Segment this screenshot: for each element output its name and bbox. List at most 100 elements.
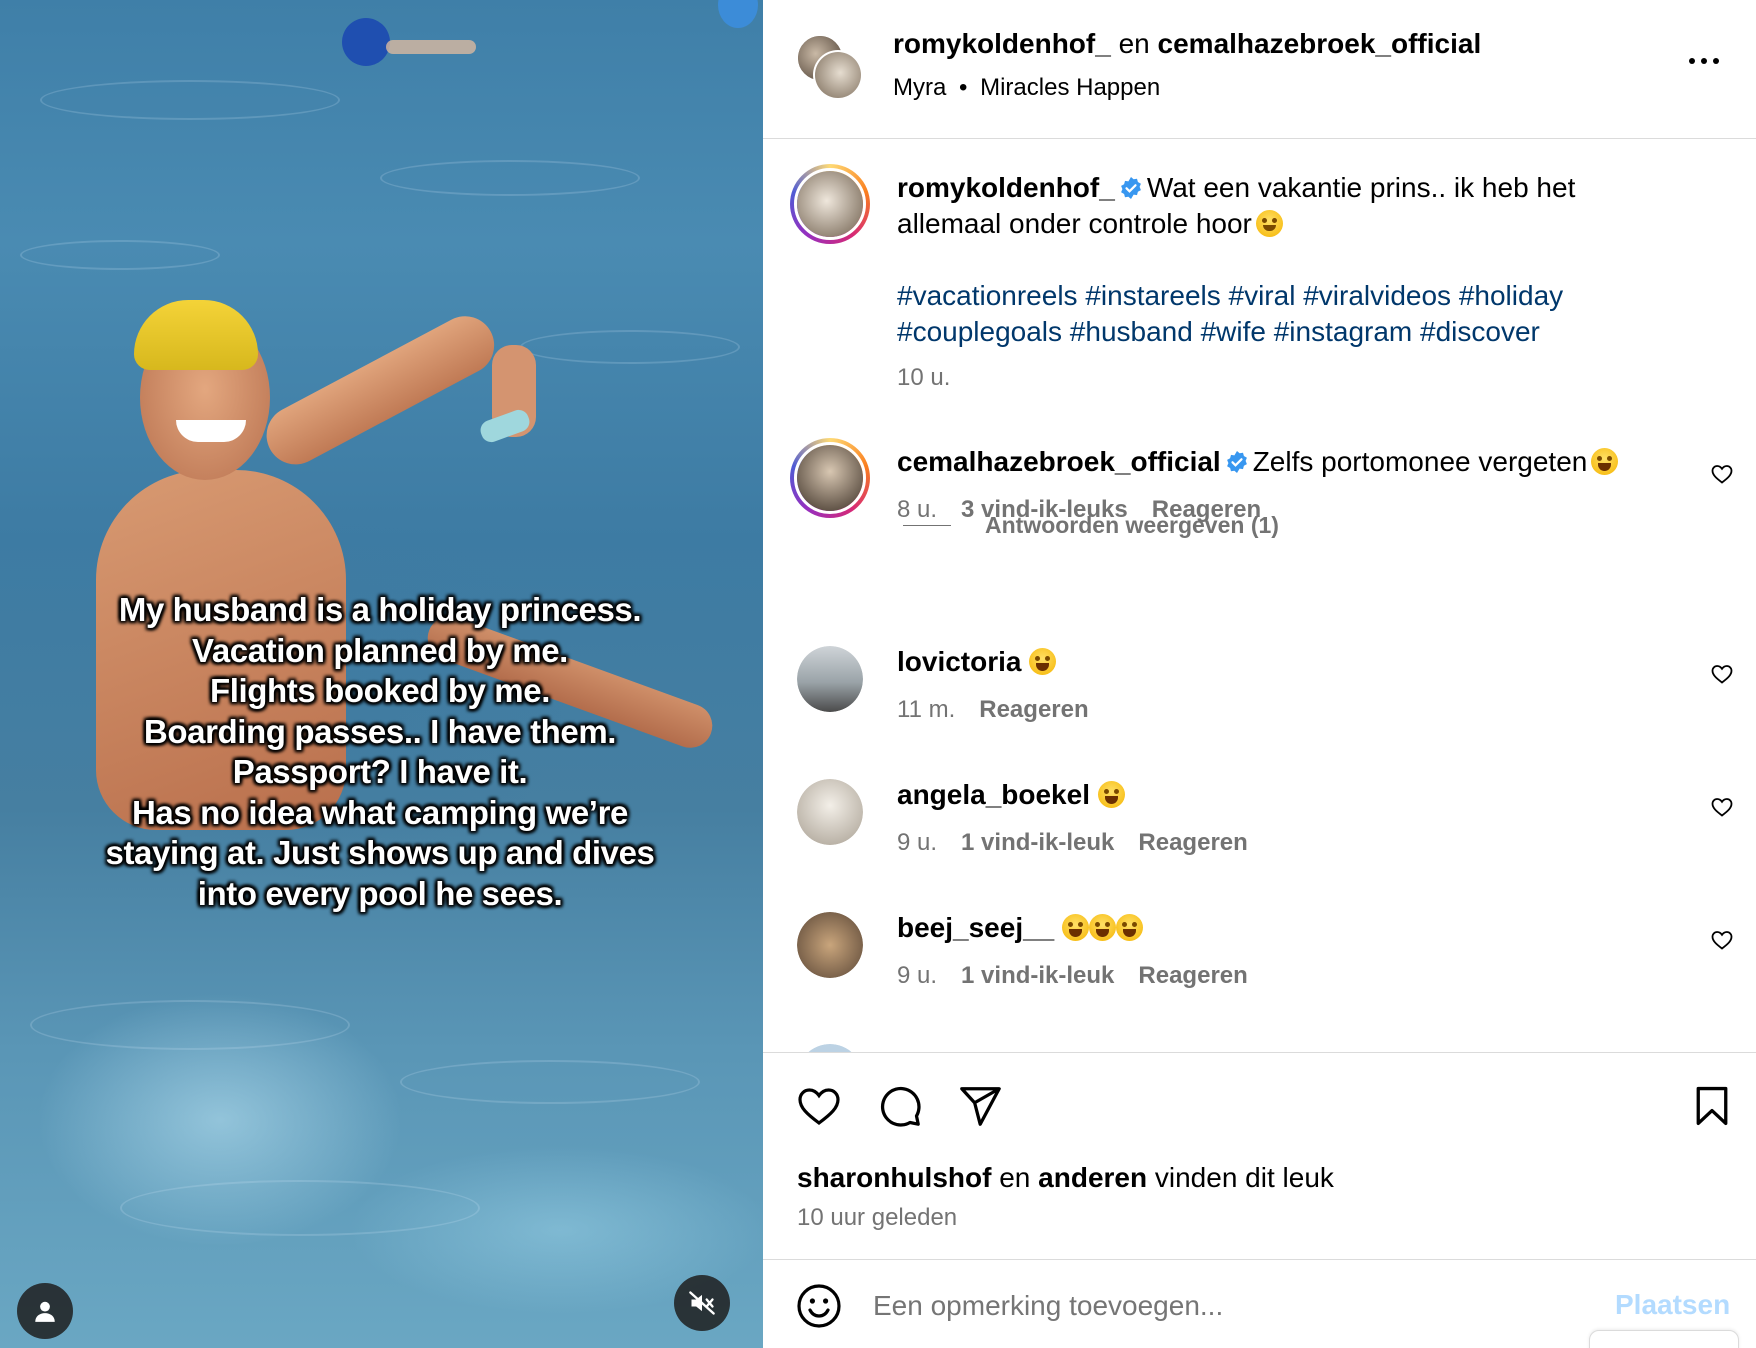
swimmer-cap [342, 18, 390, 66]
caption-avatar[interactable] [790, 164, 870, 244]
post-details-panel: romykoldenhof_ en cemalhazebroek_officia… [763, 0, 1756, 1348]
reel-video[interactable]: My husband is a holiday princess. Vacati… [0, 0, 763, 1348]
muted-speaker-icon [689, 1291, 715, 1315]
person-arm [256, 306, 505, 475]
post-header: romykoldenhof_ en cemalhazebroek_officia… [763, 0, 1756, 139]
laughing-face-icon [1591, 448, 1619, 475]
water-ripple [20, 240, 220, 270]
audio-artist: Myra [893, 74, 947, 101]
comment-input[interactable] [873, 1286, 1553, 1326]
water-ripple [40, 80, 340, 120]
comment-time: 11 m. [897, 696, 956, 723]
author-username[interactable]: cemalhazebroek_official [1158, 28, 1482, 59]
mute-button[interactable] [674, 1275, 730, 1331]
user-icon [35, 1301, 55, 1322]
swimmer-arm [386, 40, 476, 54]
post-authors: romykoldenhof_ en cemalhazebroek_officia… [893, 28, 1481, 60]
reply-button[interactable]: Reageren [1138, 962, 1247, 989]
liked-by-others[interactable]: anderen [1038, 1162, 1147, 1193]
overlay-line: Has no idea what camping we’re [132, 793, 628, 831]
comment-likes[interactable]: 1 vind-ik-leuk [961, 829, 1114, 856]
verified-badge-icon [1120, 177, 1141, 199]
bookmark-icon[interactable] [1690, 1083, 1734, 1129]
laughing-face-icon [1062, 914, 1090, 941]
emoji-picker-icon[interactable] [795, 1282, 843, 1330]
more-options-icon[interactable] [1688, 55, 1720, 67]
comment-username[interactable]: lovictoria [897, 646, 1021, 677]
laughing-face-icon [1097, 781, 1125, 808]
overlay-line: staying at. Just shows up and dives [105, 834, 655, 871]
comments-list[interactable]: romykoldenhof_ Wat een vakantie prins.. i… [763, 140, 1756, 1052]
laughing-face-icon [1089, 914, 1117, 941]
comment-username[interactable]: angela_boekel [897, 779, 1090, 810]
popover-tab [1589, 1330, 1739, 1348]
comment: beej_seej__ 9 u. 1 vind-ik-leuk Reageren [897, 912, 1248, 990]
water-ripple [400, 1060, 700, 1104]
laughing-face-icon [1116, 914, 1144, 941]
comment-text: Zelfs portomonee vergeten [1252, 446, 1588, 477]
overlay-line: Boarding passes.. I have them. [143, 712, 617, 750]
comment-like-heart-icon[interactable] [1710, 928, 1734, 952]
like-heart-icon[interactable] [795, 1082, 843, 1130]
caption-time: 10 u. [897, 364, 951, 391]
post-time: 10 uur geleden [797, 1204, 958, 1231]
video-caption-overlay: My husband is a holiday princess. Vacati… [40, 590, 720, 914]
reply-button[interactable]: Reageren [1138, 829, 1247, 856]
comment-avatar[interactable] [797, 1044, 863, 1052]
comment-like-heart-icon[interactable] [1710, 662, 1734, 686]
view-replies-label: Antwoorden weergeven (1) [985, 511, 1279, 538]
overlay-line: Passport? I have it. [232, 753, 528, 790]
water-ripple [30, 1000, 350, 1050]
audio-title: Miracles Happen [980, 74, 1161, 101]
water-ripple [380, 160, 640, 196]
comment-bubble-icon[interactable] [877, 1083, 923, 1129]
audio-separator: • [959, 74, 968, 101]
comment-meta: 9 u. 1 vind-ik-leuk Reageren [897, 962, 1248, 990]
comment-avatar[interactable] [797, 912, 863, 978]
comment-likes[interactable]: 1 vind-ik-leuk [961, 962, 1114, 989]
comment-avatar[interactable] [797, 779, 863, 845]
winking-face-icon [1255, 210, 1283, 237]
caption-hashtags[interactable]: #vacationreels #instareels #viral #viral… [897, 278, 1717, 350]
hashtags-line[interactable]: #couplegoals #husband #wife #instagram #… [897, 316, 1540, 347]
author-username[interactable]: romykoldenhof_ [893, 28, 1111, 59]
view-replies-button[interactable]: Antwoorden weergeven (1) [903, 510, 1279, 540]
replies-divider [903, 524, 951, 526]
overlay-line: Vacation planned by me. [192, 631, 568, 669]
hashtags-line[interactable]: #vacationreels #instareels #viral #viral… [897, 280, 1563, 311]
liked-by-joiner: en [999, 1162, 1031, 1193]
comment-time: 9 u. [897, 829, 938, 856]
avatar[interactable] [813, 50, 863, 100]
liked-by-summary[interactable]: sharonhulshof en anderen vinden dit leuk [797, 1162, 1334, 1194]
swimmer-cap [718, 0, 758, 28]
reply-button[interactable]: Reageren [979, 696, 1088, 723]
comment-avatar[interactable] [790, 438, 870, 518]
comment-avatar[interactable] [797, 646, 863, 712]
verified-badge-icon [1226, 451, 1247, 473]
laughing-face-icon [1029, 648, 1057, 675]
post-comment-button[interactable]: Plaatsen [1615, 1289, 1730, 1321]
caption-username[interactable]: romykoldenhof_ [897, 172, 1115, 203]
water-ripple [120, 1180, 480, 1236]
caption: romykoldenhof_ Wat een vakantie prins.. i… [897, 170, 1717, 392]
audio-info[interactable]: Myra • Miracles Happen [893, 74, 1160, 102]
comment: lovictoria 11 m. Reageren [897, 646, 1089, 724]
tagged-users-button[interactable] [17, 1283, 73, 1339]
overlay-line: My husband is a holiday princess. [118, 591, 642, 628]
water-ripple [520, 330, 740, 364]
comment-username[interactable]: beej_seej__ [897, 912, 1054, 943]
comment-like-heart-icon[interactable] [1710, 462, 1734, 486]
comment-like-heart-icon[interactable] [1710, 795, 1734, 819]
share-paper-plane-icon[interactable] [957, 1083, 1003, 1129]
comment: angela_boekel 9 u. 1 vind-ik-leuk Reageren [897, 779, 1248, 857]
comment-username[interactable]: cemalhazebroek_official [897, 446, 1221, 477]
overlay-line: into every pool he sees. [197, 874, 563, 912]
smile [176, 420, 246, 442]
liked-by-username[interactable]: sharonhulshof [797, 1162, 991, 1193]
comment-meta: 9 u. 1 vind-ik-leuk Reageren [897, 829, 1248, 857]
add-comment-bar: Plaatsen [763, 1259, 1756, 1348]
comment-time: 9 u. [897, 962, 938, 989]
caption-text: Wat een vakantie prins.. ik heb het [1146, 172, 1576, 203]
comment-meta: 11 m. Reageren [897, 696, 1089, 724]
caption-text: allemaal onder controle hoor [897, 208, 1252, 239]
